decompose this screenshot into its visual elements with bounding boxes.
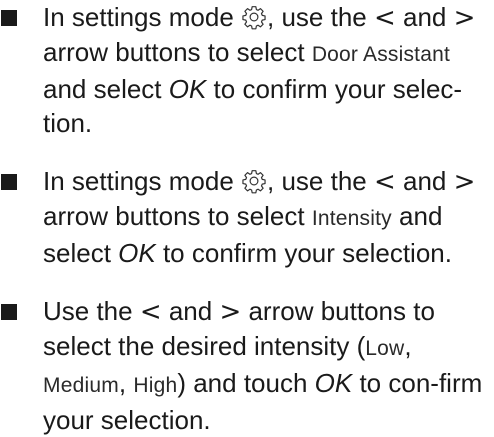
step-text: and — [395, 166, 454, 196]
left-arrow-button-label: < — [373, 167, 396, 197]
step-text: , use the — [267, 2, 374, 32]
instruction-list: In settings mode , use the < and > arrow… — [0, 0, 494, 437]
display-text-low: Low — [365, 337, 405, 360]
display-text-high: High — [133, 374, 178, 397]
display-text-medium: Medium — [43, 374, 119, 397]
left-arrow-button-label: < — [373, 3, 396, 33]
step-text: and — [395, 2, 454, 32]
ok-key-label: OK — [168, 74, 207, 104]
left-arrow-button-label: < — [139, 297, 162, 327]
square-bullet-icon — [1, 174, 17, 190]
step-text: arrow buttons to select — [43, 201, 312, 231]
right-arrow-button-label: > — [219, 297, 242, 327]
step-text: , use the — [267, 166, 374, 196]
step-text: In settings mode — [43, 166, 241, 196]
square-bullet-icon — [1, 10, 17, 26]
ok-key-label: OK — [314, 368, 353, 398]
step-text: In settings mode — [43, 2, 241, 32]
gear-icon — [241, 4, 267, 30]
step-text: arrow buttons to select — [43, 37, 312, 67]
step-text: and select — [43, 74, 169, 104]
list-item: Use the < and > arrow buttons to select … — [0, 294, 494, 437]
step-text: , — [404, 331, 412, 361]
step-text: to confirm your selection. — [155, 238, 452, 268]
display-text-intensity: Intensity — [311, 207, 392, 230]
right-arrow-button-label: > — [453, 167, 476, 197]
step-text: and — [161, 296, 220, 326]
step-text: Use the — [43, 296, 140, 326]
display-text-door-assistant: Door Assistant — [311, 43, 451, 66]
step-text: , — [118, 368, 134, 398]
square-bullet-icon — [1, 304, 17, 320]
gear-icon — [241, 168, 267, 194]
step-text: ) and touch — [177, 368, 315, 398]
list-item: In settings mode , use the < and > arrow… — [0, 0, 494, 140]
right-arrow-button-label: > — [453, 3, 476, 33]
list-item: In settings mode , use the < and > arrow… — [0, 164, 494, 270]
ok-key-label: OK — [118, 238, 156, 268]
